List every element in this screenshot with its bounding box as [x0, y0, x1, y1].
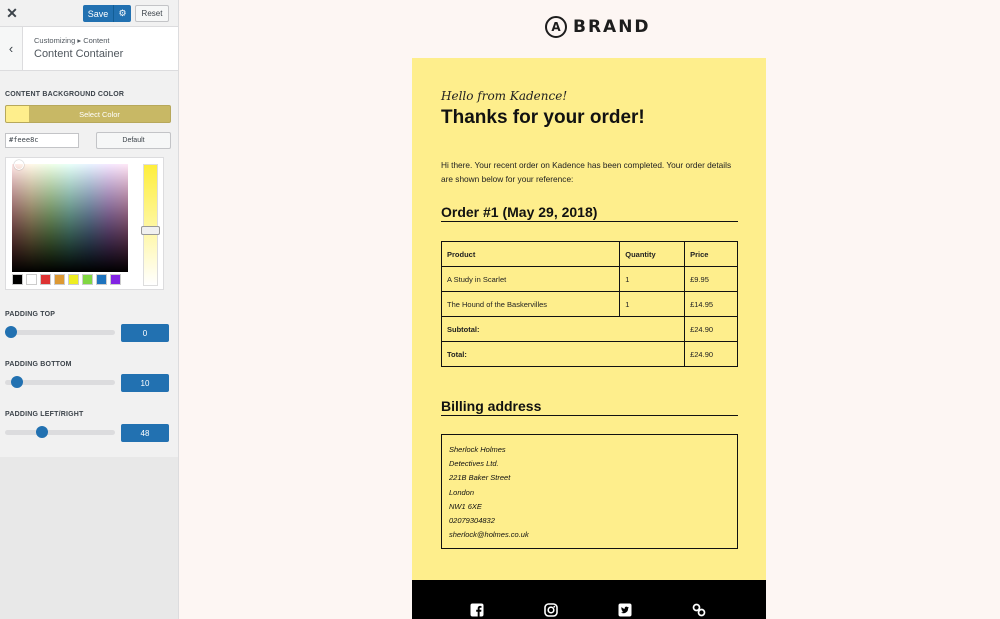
padding-lr-label: PADDING LEFT/RIGHT [5, 411, 84, 418]
sidebar-empty-area [0, 457, 178, 619]
table-cell: 1 [619, 291, 686, 317]
default-color-button[interactable]: Default [96, 132, 171, 149]
palette-swatch[interactable] [96, 274, 107, 285]
column-header: Product [440, 241, 621, 267]
hex-color-input[interactable]: #feee8c [5, 133, 79, 148]
column-header: Quantity [619, 241, 686, 267]
palette-swatch[interactable] [54, 274, 65, 285]
table-cell: £9.95 [684, 266, 738, 292]
palette-swatch[interactable] [82, 274, 93, 285]
gear-icon[interactable]: ⚙ [113, 5, 131, 22]
customizer-header: ✕ Save ⚙ Reset [0, 0, 178, 27]
section-title: Content Container [34, 48, 124, 60]
reset-button[interactable]: Reset [135, 5, 169, 22]
order-heading: Order #1 (May 29, 2018) [441, 204, 738, 222]
color-picker [5, 157, 164, 290]
palette-swatch[interactable] [26, 274, 37, 285]
select-color-label: Select Color [79, 110, 120, 119]
table-row: The Hound of the Baskervilles 1 £14.95 [440, 291, 738, 317]
table-cell: 1 [619, 266, 686, 292]
address-line: London [449, 487, 475, 497]
hue-strip[interactable] [143, 164, 158, 286]
email-intro: Hi there. Your recent order on Kadence h… [441, 160, 732, 184]
save-button[interactable]: Save [83, 9, 113, 19]
email-greeting: Hello from Kadence! [441, 89, 568, 103]
back-icon[interactable]: ‹ [0, 27, 23, 70]
padding-top-slider-handle[interactable] [5, 326, 17, 338]
email-content: Hello from Kadence! Thanks for your orde… [412, 58, 766, 580]
total-label: Total: [440, 341, 686, 367]
padding-bottom-label: PADDING BOTTOM [5, 361, 72, 368]
table-cell: The Hound of the Baskervilles [440, 291, 621, 317]
subtotal-label: Subtotal: [440, 316, 686, 342]
twitter-icon[interactable] [618, 603, 632, 617]
facebook-icon[interactable] [470, 603, 484, 617]
link-icon[interactable] [692, 603, 706, 617]
close-icon[interactable]: ✕ [0, 0, 24, 27]
address-line: Sherlock Holmes [449, 445, 506, 454]
address-email: sherlock@holmes.co.uk [449, 530, 529, 540]
table-cell: £14.95 [684, 291, 738, 317]
padding-lr-input[interactable]: 48 [121, 424, 169, 442]
breadcrumb-path: Customizing ▸ Content [34, 36, 110, 45]
order-table: Product Quantity Price A Study in Scarle… [440, 241, 738, 367]
padding-top-label: PADDING TOP [5, 311, 56, 318]
table-header-row: Product Quantity Price [440, 241, 738, 267]
hue-handle[interactable] [141, 226, 160, 235]
address-line: NW1 6XE [449, 501, 482, 511]
padding-bottom-slider-handle[interactable] [11, 376, 23, 388]
padding-top-slider[interactable] [5, 330, 115, 335]
billing-address: Sherlock Holmes Detectives Ltd. 221B Bak… [441, 434, 738, 549]
color-palette [12, 274, 121, 285]
email-heading: Thanks for your order! [441, 107, 645, 128]
brand-mark-icon: A [545, 16, 567, 38]
billing-heading: Billing address [441, 398, 738, 416]
breadcrumb: ‹ Customizing ▸ Content Content Containe… [0, 27, 178, 71]
padding-bottom-input[interactable]: 10 [121, 374, 169, 392]
address-line: 221B Baker Street [449, 473, 511, 483]
address-line: Detectives Ltd. [449, 459, 499, 469]
padding-lr-slider[interactable] [5, 430, 115, 435]
palette-swatch[interactable] [12, 274, 23, 285]
instagram-icon[interactable] [544, 603, 558, 617]
brand-name: BRAND [573, 17, 651, 37]
subtotal-row: Subtotal: £24.90 [440, 316, 738, 342]
table-cell: A Study in Scarlet [440, 266, 621, 292]
palette-swatch[interactable] [110, 274, 121, 285]
padding-top-input[interactable]: 0 [121, 324, 169, 342]
total-value: £24.90 [684, 341, 738, 367]
email-footer [412, 580, 766, 619]
brand-logo: A BRAND [545, 16, 651, 38]
subtotal-value: £24.90 [684, 316, 738, 342]
total-row: Total: £24.90 [440, 341, 738, 367]
column-header: Price [684, 241, 738, 267]
save-button-group: Save ⚙ [83, 5, 131, 22]
palette-swatch[interactable] [40, 274, 51, 285]
address-phone: 02079304832 [449, 516, 495, 526]
bg-color-label: CONTENT BACKGROUND COLOR [5, 91, 125, 98]
saturation-square[interactable] [12, 164, 128, 272]
padding-lr-slider-handle[interactable] [36, 426, 48, 438]
select-color-button[interactable]: Select Color [5, 105, 171, 123]
table-row: A Study in Scarlet 1 £9.95 [440, 266, 738, 292]
palette-swatch[interactable] [68, 274, 79, 285]
saturation-handle[interactable] [14, 160, 24, 170]
current-color-swatch [6, 106, 29, 122]
